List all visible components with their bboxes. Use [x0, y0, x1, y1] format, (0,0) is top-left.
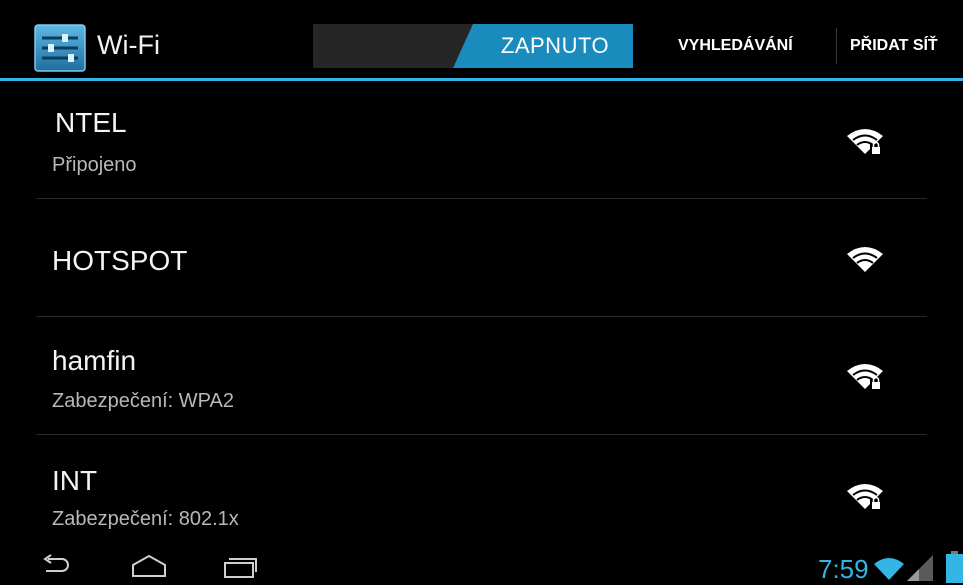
wifi-lock-icon — [847, 129, 883, 154]
wifi-lock-icon — [847, 484, 883, 509]
network-ssid: HOTSPOT — [52, 245, 188, 276]
network-ssid: hamfin — [52, 345, 137, 376]
wifi-toggle[interactable]: ZAPNUTO — [313, 24, 633, 68]
network-status: Připojeno — [52, 154, 137, 176]
network-status: Zabezpečení: 802.1x — [52, 508, 239, 530]
actionbar-divider — [836, 28, 837, 64]
wifi-lock-icon — [847, 364, 883, 389]
wifi-icon — [847, 247, 883, 272]
home-icon[interactable] — [130, 554, 168, 578]
add-network-button[interactable]: PŘIDAT SÍŤ — [850, 24, 938, 68]
network-row-hamfin[interactable]: hamfin Zabezpečení: WPA2 — [0, 317, 963, 434]
network-ssid: NTEL — [55, 107, 127, 138]
network-row-ntel[interactable]: NTEL Připojeno — [0, 81, 963, 198]
network-row-int[interactable]: INT Zabezpečení: 802.1x — [0, 435, 963, 552]
search-button[interactable]: VYHLEDÁVÁNÍ — [678, 24, 793, 68]
network-status: Zabezpečení: WPA2 — [52, 390, 234, 412]
cell-signal-icon — [907, 555, 933, 581]
system-bar: 7:59 — [0, 548, 963, 584]
back-icon[interactable] — [40, 554, 72, 578]
wifi-signal-icon — [874, 558, 904, 580]
status-clock: 7:59 — [818, 554, 869, 584]
settings-icon[interactable] — [34, 24, 86, 72]
page-title: Wi-Fi — [97, 30, 160, 60]
action-bar: Wi-Fi ZAPNUTO VYHLEDÁVÁNÍ PŘIDAT SÍŤ — [0, 0, 963, 80]
battery-icon — [946, 551, 963, 583]
toggle-state-label: ZAPNUTO — [500, 33, 610, 58]
network-ssid: INT — [52, 465, 98, 496]
network-row-hotspot[interactable]: HOTSPOT — [0, 199, 963, 316]
recent-apps-icon[interactable] — [222, 554, 258, 578]
